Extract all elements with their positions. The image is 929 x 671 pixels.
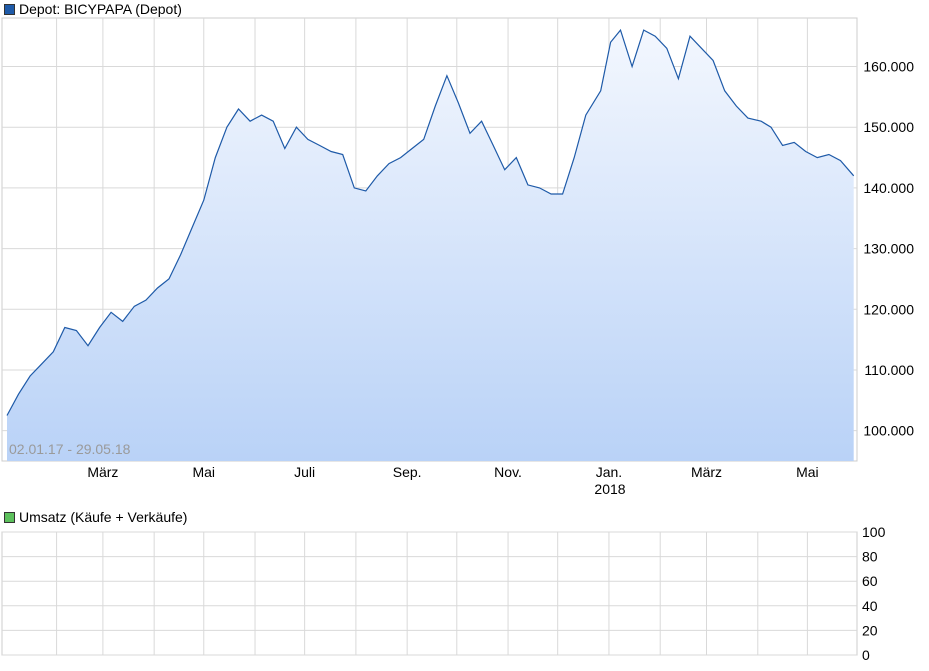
volume-plot-frame — [1, 531, 858, 656]
price-chart: 160.000 150.000 140.000 130.000 120.000 110.0… — [1, 17, 914, 663]
price-x-tick-label: Nov. — [494, 464, 522, 480]
price-x-tick-label: Mai — [192, 464, 215, 480]
price-x-tick-label: Jan. — [596, 464, 622, 480]
price-x-tick-label: Sep. — [393, 464, 422, 480]
volume-grid — [2, 531, 857, 656]
price-y-tick-label: 150.000 — [863, 119, 914, 135]
price-x-tick-label: März — [691, 464, 722, 480]
date-range-label: 02.01.17 - 29.05.18 — [9, 441, 131, 457]
price-x-tick-label: März — [87, 464, 118, 480]
price-y-tick-label: 100.000 — [863, 423, 914, 439]
volume-y-tick-label: 0 — [862, 647, 870, 663]
volume-y-tick-label: 100 — [862, 524, 886, 540]
price-y-tick-label: 140.000 — [863, 180, 914, 196]
price-y-tick-label: 110.000 — [864, 362, 914, 378]
price-x-tick-label: Mai — [796, 464, 819, 480]
price-y-axis: 160.000 150.000 140.000 130.000 120.000 110.0… — [863, 59, 914, 439]
x-year-label: 2018 — [594, 481, 625, 497]
volume-y-axis: 100 80 60 40 20 0 — [862, 524, 886, 663]
price-area — [7, 30, 854, 461]
volume-y-tick-label: 40 — [862, 598, 878, 614]
price-y-tick-label: 160.000 — [863, 59, 914, 75]
volume-y-tick-label: 60 — [862, 573, 878, 589]
volume-y-tick-label: 80 — [862, 549, 878, 565]
price-x-tick-label: Juli — [294, 464, 315, 480]
price-y-tick-label: 130.000 — [863, 241, 914, 257]
volume-y-tick-label: 20 — [862, 622, 878, 638]
price-x-axis: März Mai Juli Sep. Nov. Jan. März Mai — [87, 464, 818, 480]
price-y-tick-label: 120.000 — [863, 301, 914, 317]
